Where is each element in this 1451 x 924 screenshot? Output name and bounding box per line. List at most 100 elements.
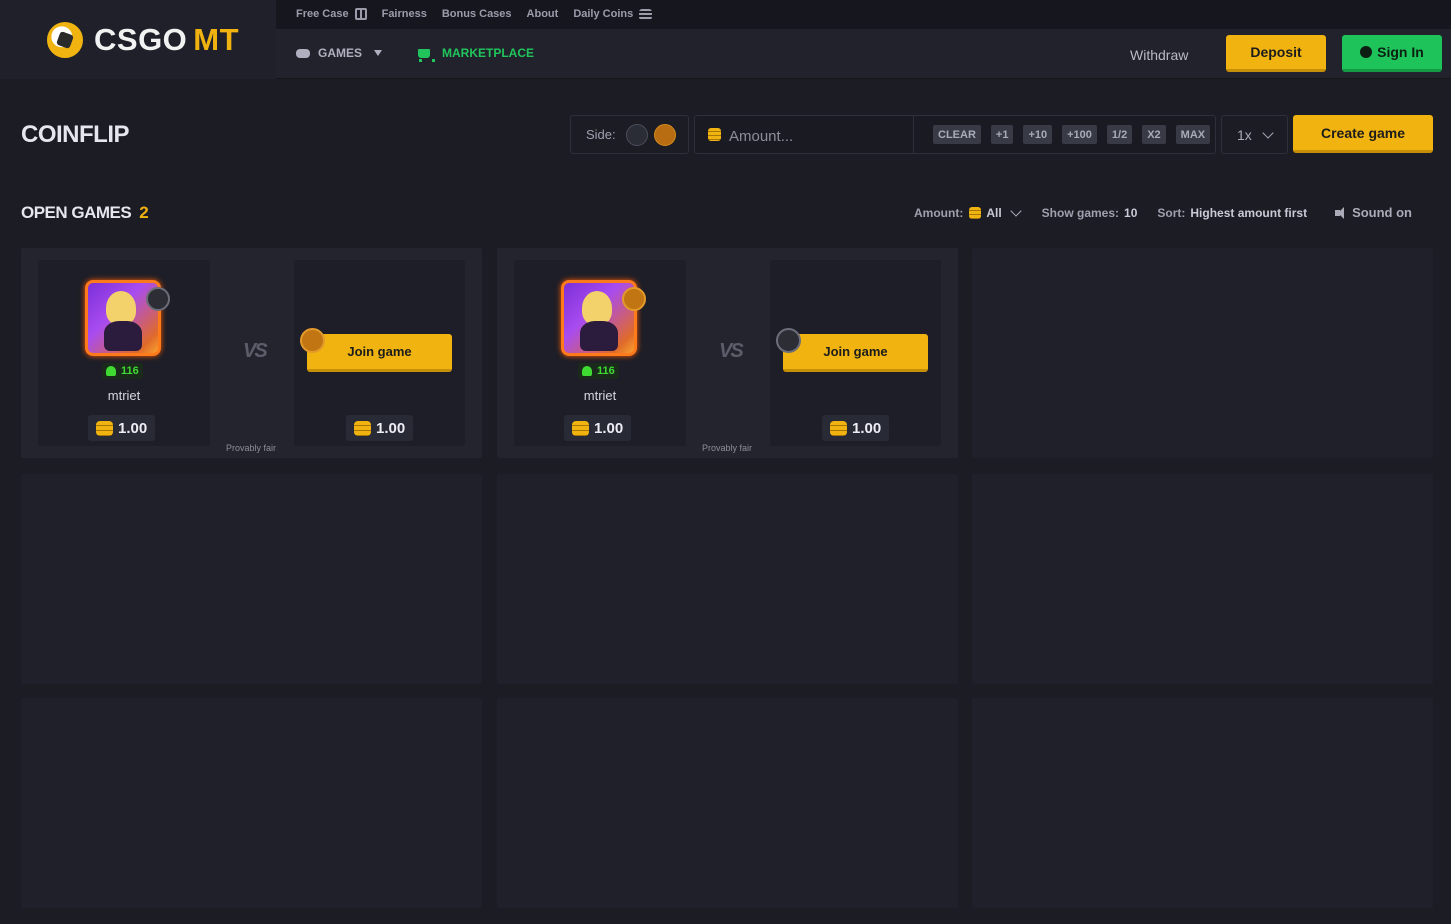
- provably-fair-link[interactable]: Provably fair: [702, 443, 752, 453]
- divider: [913, 116, 914, 153]
- coins-icon: [639, 8, 653, 20]
- logo-text: CSGO MT: [94, 22, 239, 58]
- sign-in-button[interactable]: Sign In: [1342, 35, 1442, 72]
- side-selector: Side:: [570, 115, 689, 154]
- provably-fair-link[interactable]: Provably fair: [226, 443, 276, 453]
- main-nav: GAMES MARKETPLACE: [296, 46, 535, 62]
- amount-chips: CLEAR +1 +10 +100 1/2 X2 MAX: [933, 125, 1211, 144]
- empty-game-slot: [497, 474, 958, 684]
- username[interactable]: mtriet: [38, 388, 210, 403]
- empty-game-slot: [972, 698, 1433, 908]
- daily-coins-link[interactable]: Daily Coins: [573, 8, 653, 20]
- game-filters: Amount: All Show games: 10 Sort: Highest a…: [914, 204, 1412, 220]
- bet-amount: 1.00: [822, 415, 890, 441]
- bet-value: 1.00: [376, 419, 406, 437]
- deposit-button[interactable]: Deposit: [1226, 35, 1326, 72]
- open-games-heading: OPEN GAMES 2: [21, 203, 149, 223]
- player-panel: 116 mtriet 1.00: [514, 260, 686, 446]
- brand-name: CSGO: [94, 22, 188, 57]
- games-menu[interactable]: GAMES: [296, 46, 383, 60]
- fairness-link[interactable]: Fairness: [382, 8, 427, 20]
- level-value: 116: [597, 365, 615, 377]
- t-side-icon[interactable]: [653, 123, 676, 146]
- game-card: 116 mtriet 1.00 VS Provably fair Join ga…: [497, 248, 958, 458]
- sort-filter[interactable]: Sort: Highest amount first: [1157, 206, 1307, 220]
- vs-label: VS: [719, 340, 744, 362]
- ct-side-icon[interactable]: [625, 123, 648, 146]
- withdraw-link[interactable]: Withdraw: [1130, 47, 1188, 63]
- player-panel: 116 mtriet 1.00: [38, 260, 210, 446]
- bet-amount: 1.00: [564, 415, 632, 441]
- site-header: CSGO MT Free Case Fairness Bonus Cases Ab…: [0, 0, 1451, 79]
- sign-in-label: Sign In: [1377, 44, 1424, 60]
- show-games-filter[interactable]: Show games: 10: [1042, 206, 1138, 220]
- plus-one-chip[interactable]: +1: [990, 125, 1014, 144]
- marketplace-label: MARKETPLACE: [442, 46, 535, 60]
- opponent-panel: Join game 1.00: [770, 260, 941, 446]
- chevron-down-icon: [1262, 126, 1274, 139]
- create-game-button[interactable]: Create game: [1293, 115, 1433, 153]
- level-icon: [106, 366, 116, 376]
- coin-icon: [830, 420, 847, 436]
- daily-coins-label: Daily Coins: [573, 8, 634, 20]
- sound-label: Sound on: [1352, 205, 1412, 220]
- username[interactable]: mtriet: [514, 388, 686, 403]
- plus-ten-chip[interactable]: +10: [1023, 125, 1053, 144]
- amount-box: CLEAR +1 +10 +100 1/2 X2 MAX: [694, 115, 1216, 154]
- free-case-label: Free Case: [296, 8, 349, 20]
- steam-icon: [1360, 46, 1373, 58]
- bet-value: 1.00: [852, 419, 882, 437]
- ct-side-icon: [146, 287, 170, 311]
- game-card: 116 mtriet 1.00 VS Provably fair Join ga…: [21, 248, 482, 458]
- join-game-button[interactable]: Join game: [307, 334, 452, 372]
- bet-value: 1.00: [118, 419, 148, 437]
- opponent-panel: Join game 1.00: [294, 260, 465, 446]
- multiplier-select[interactable]: 1x: [1221, 115, 1288, 154]
- marketplace-link[interactable]: MARKETPLACE: [418, 46, 535, 62]
- empty-game-slot: [497, 698, 958, 908]
- t-side-icon: [622, 287, 646, 311]
- empty-game-slot: [21, 474, 482, 684]
- join-game-button[interactable]: Join game: [783, 334, 928, 372]
- bet-amount: 1.00: [346, 415, 414, 441]
- empty-game-slot: [972, 474, 1433, 684]
- bet-value: 1.00: [594, 419, 624, 437]
- show-games-label: Show games:: [1041, 205, 1120, 220]
- gamepad-icon: [296, 48, 310, 58]
- show-games-value: 10: [1124, 205, 1138, 220]
- amount-filter-label: Amount:: [914, 205, 964, 220]
- chevron-down-icon: [1010, 204, 1022, 217]
- open-games-count: 2: [139, 203, 149, 222]
- amount-input[interactable]: [729, 126, 899, 146]
- logo-area[interactable]: CSGO MT: [0, 0, 276, 79]
- amount-filter[interactable]: Amount: All: [914, 204, 1022, 220]
- max-chip[interactable]: MAX: [1175, 125, 1211, 144]
- empty-game-slot: [972, 248, 1433, 458]
- double-chip[interactable]: X2: [1142, 125, 1166, 144]
- plus-hundred-chip[interactable]: +100: [1062, 125, 1097, 144]
- level-badge: 116: [102, 363, 143, 379]
- sort-value: Highest amount first: [1190, 205, 1308, 220]
- gift-icon: [354, 8, 367, 20]
- top-links-bar: Free Case Fairness Bonus Cases About Dai…: [276, 0, 1451, 29]
- level-value: 116: [121, 365, 139, 377]
- coin-icon: [572, 420, 589, 436]
- caret-down-icon: [374, 50, 383, 56]
- bet-amount: 1.00: [88, 415, 156, 441]
- multiplier-value: 1x: [1237, 126, 1252, 143]
- side-label: Side:: [586, 127, 616, 142]
- bonus-cases-link[interactable]: Bonus Cases: [442, 8, 512, 20]
- open-games-label: OPEN GAMES: [21, 203, 132, 222]
- speaker-icon: [1335, 206, 1347, 219]
- coin-icon: [96, 420, 113, 436]
- sort-label: Sort:: [1157, 205, 1186, 220]
- coin-icon: [354, 420, 371, 436]
- clear-chip[interactable]: CLEAR: [933, 125, 981, 144]
- level-icon: [582, 366, 592, 376]
- coin-icon: [969, 206, 982, 219]
- coin-icon: [708, 128, 721, 141]
- free-case-link[interactable]: Free Case: [296, 8, 367, 20]
- half-chip[interactable]: 1/2: [1106, 125, 1133, 144]
- sound-toggle[interactable]: Sound on: [1335, 205, 1412, 220]
- about-link[interactable]: About: [527, 8, 559, 20]
